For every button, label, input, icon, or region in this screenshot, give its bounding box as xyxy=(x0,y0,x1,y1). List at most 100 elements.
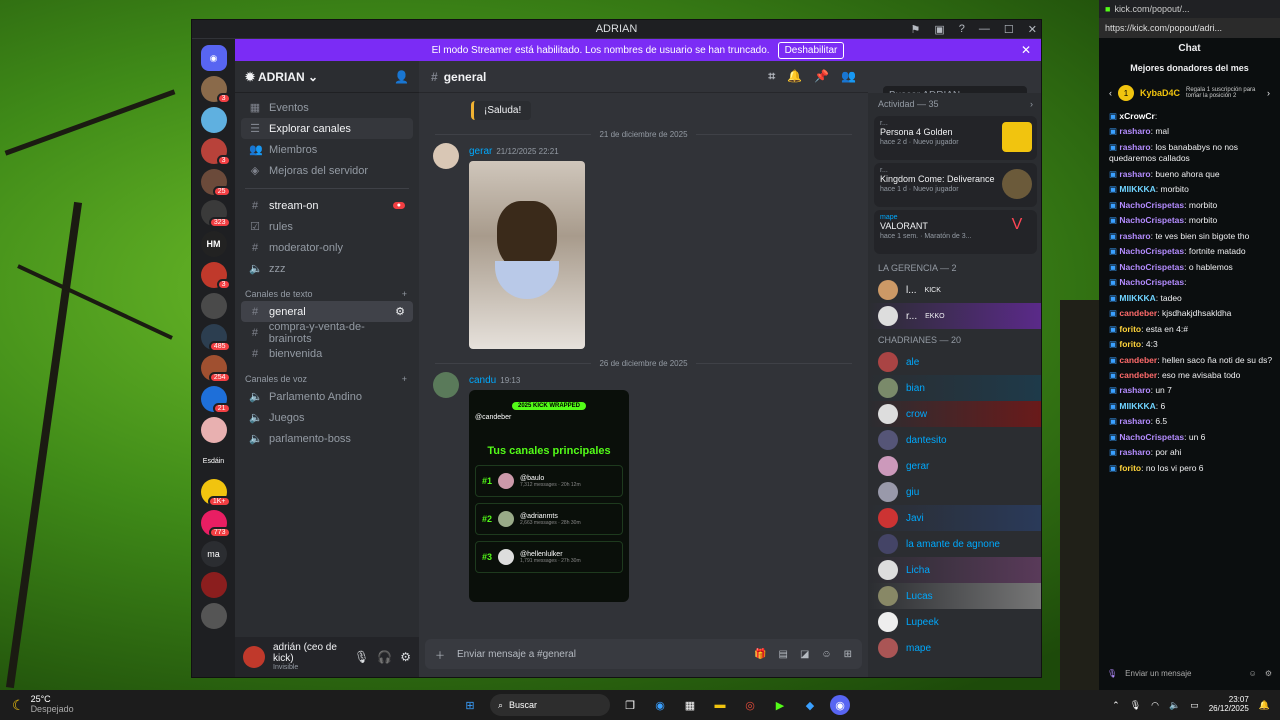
wifi-icon[interactable]: ◠ xyxy=(1151,700,1159,711)
chat-username[interactable]: forito xyxy=(1119,324,1141,334)
server-icon-ma[interactable]: ma xyxy=(200,541,227,567)
server-icon[interactable]: 3 xyxy=(200,76,231,104)
chat-username[interactable]: rasharo xyxy=(1119,169,1150,179)
headphones-icon[interactable]: 🎧 xyxy=(377,650,392,664)
server-header[interactable]: ✹ ADRIAN ⌄ 👤 xyxy=(235,61,419,93)
nav-boosts[interactable]: ◈ Mejoras del servidor xyxy=(241,160,413,181)
server-icon[interactable]: 323 xyxy=(200,200,231,228)
browser-tab-title[interactable]: kick.com/popout/... xyxy=(1114,4,1189,14)
member-row[interactable]: r... EKKO xyxy=(868,303,1041,329)
kick-app-icon[interactable]: ▶ xyxy=(770,695,790,715)
member-row[interactable]: ale xyxy=(868,349,1041,375)
chevron-right-icon[interactable]: › xyxy=(1267,88,1270,98)
folder-icon[interactable]: ▬ xyxy=(710,695,730,715)
pin-icon[interactable]: 📌 xyxy=(814,69,829,84)
server-icon[interactable] xyxy=(200,417,227,443)
channel-moderator-only[interactable]: # moderator-only xyxy=(241,237,413,258)
chat-username[interactable]: NachoCrispetas xyxy=(1119,262,1184,272)
server-icon[interactable] xyxy=(200,293,227,319)
emoji-icon[interactable]: ☺ xyxy=(821,649,831,660)
chat-username[interactable]: rasharo xyxy=(1119,385,1150,395)
chat-username[interactable]: MIIKKKA xyxy=(1119,184,1155,194)
server-icon[interactable]: 25 xyxy=(200,169,231,197)
server-icon[interactable]: 3 xyxy=(200,262,231,290)
close-banner-icon[interactable]: ✕ xyxy=(1021,43,1031,57)
avatar[interactable] xyxy=(433,372,459,398)
chat-username[interactable]: NachoCrispetas xyxy=(1119,246,1184,256)
member-row[interactable]: Lupeek xyxy=(868,609,1041,635)
inbox-icon[interactable]: ▣ xyxy=(934,23,944,36)
channel-zzz[interactable]: 🔈 zzz xyxy=(241,258,413,279)
chat-username[interactable]: rasharo xyxy=(1119,231,1150,241)
chat-username[interactable]: forito xyxy=(1119,463,1141,473)
chat-username[interactable]: rasharo xyxy=(1119,126,1150,136)
chat-username[interactable]: xCrowCr xyxy=(1119,111,1154,121)
category-voice[interactable]: Canales de voz + xyxy=(235,364,419,386)
server-icon-esdain[interactable]: Esdáin xyxy=(201,448,227,474)
bell-icon[interactable]: 🔔 xyxy=(787,69,802,84)
message-author[interactable]: candu xyxy=(469,375,496,386)
chat-username[interactable]: rasharo xyxy=(1119,142,1150,152)
store-icon[interactable]: ▦ xyxy=(680,695,700,715)
server-icon[interactable] xyxy=(200,603,227,629)
chat-username[interactable]: NachoCrispetas xyxy=(1119,277,1184,287)
chat-username[interactable]: candeber xyxy=(1119,308,1157,318)
emoji-icon[interactable]: ☺ xyxy=(1249,669,1257,678)
channel-rules[interactable]: ☑ rules xyxy=(241,216,413,237)
server-icon[interactable] xyxy=(200,572,227,598)
nav-explore-channels[interactable]: ☰ Explorar canales xyxy=(241,118,413,139)
settings-icon[interactable]: ⚙ xyxy=(395,305,405,318)
server-icon[interactable] xyxy=(200,107,227,133)
microphone-icon[interactable]: 🎙 xyxy=(1107,669,1117,678)
server-icon[interactable]: 773 xyxy=(200,510,231,538)
chevron-left-icon[interactable]: ‹ xyxy=(1109,88,1112,98)
clock[interactable]: 23:07 26/12/2025 xyxy=(1209,695,1249,714)
edge-icon[interactable]: ◉ xyxy=(650,695,670,715)
message-author[interactable]: gerar xyxy=(469,146,492,157)
close-icon[interactable]: ✕ xyxy=(1028,23,1037,36)
minimize-icon[interactable]: — xyxy=(979,23,990,35)
member-row[interactable]: giu xyxy=(868,479,1041,505)
nav-events[interactable]: ▦ Eventos xyxy=(241,97,413,118)
member-row[interactable]: dantesito xyxy=(868,427,1041,453)
gif-icon[interactable]: ▤ xyxy=(778,649,787,660)
flag-icon[interactable]: ⚑ xyxy=(911,23,921,36)
message-composer[interactable]: ＋ Enviar mensaje a #general 🎁 ▤ ◪ ☺ ⊞ xyxy=(425,639,862,669)
settings-icon[interactable]: ⚙ xyxy=(1265,669,1272,678)
mic-tray-icon[interactable]: 🎙 xyxy=(1130,700,1141,711)
member-row[interactable]: Lucas xyxy=(868,583,1041,609)
member-row[interactable]: bian xyxy=(868,375,1041,401)
member-row[interactable]: la amante de agnone xyxy=(868,531,1041,557)
server-icon[interactable]: 3 xyxy=(200,138,231,166)
battery-icon[interactable]: ▭ xyxy=(1190,700,1199,711)
discord-taskbar-icon[interactable]: ◉ xyxy=(830,695,850,715)
notification-icon[interactable]: 🔔 xyxy=(1259,700,1270,711)
avatar[interactable] xyxy=(433,143,459,169)
server-icon-hm[interactable]: HM xyxy=(200,231,227,257)
chat-input-placeholder[interactable]: Enviar un mensaje xyxy=(1125,669,1241,678)
nav-members[interactable]: 👥 Miembros xyxy=(241,139,413,160)
tray-chevron-icon[interactable]: ⌃ xyxy=(1112,700,1120,711)
chrome-icon[interactable]: ◎ xyxy=(740,695,760,715)
dog-photo[interactable] xyxy=(469,161,585,349)
category-text[interactable]: Canales de texto + xyxy=(235,279,419,301)
member-row[interactable]: Javi xyxy=(868,505,1041,531)
help-icon[interactable]: ? xyxy=(959,23,965,35)
server-icon[interactable]: 485 xyxy=(200,324,231,352)
windows-start-icon[interactable]: ⊞ xyxy=(460,695,480,715)
kick-wrapped-card[interactable]: 2025 KICK WRAPPED @candeber Tus canales … xyxy=(469,390,629,602)
gift-icon[interactable]: 🎁 xyxy=(754,649,766,660)
threads-icon[interactable]: ⌗ xyxy=(768,69,775,84)
sticker-icon[interactable]: ◪ xyxy=(800,649,809,660)
chat-input[interactable]: 🎙 Enviar un mensaje ☺ ⚙ xyxy=(1107,660,1272,686)
voice-parlamento-andino[interactable]: 🔈 Parlamento Andino xyxy=(241,386,413,407)
task-view-icon[interactable]: ❐ xyxy=(620,695,640,715)
chat-username[interactable]: NachoCrispetas xyxy=(1119,200,1184,210)
chat-username[interactable]: candeber xyxy=(1119,355,1157,365)
channel-general[interactable]: # general ⚙ xyxy=(241,301,413,322)
invite-icon[interactable]: 👤 xyxy=(394,70,409,84)
disable-button[interactable]: Deshabilitar xyxy=(777,41,845,59)
activity-card[interactable]: r... Persona 4 Golden hace 2 d · Nuevo j… xyxy=(874,116,1037,160)
channel-stream-on[interactable]: # stream-on ● xyxy=(241,195,413,216)
activity-card[interactable]: r... Kingdom Come: Deliverance hace 1 d … xyxy=(874,163,1037,207)
